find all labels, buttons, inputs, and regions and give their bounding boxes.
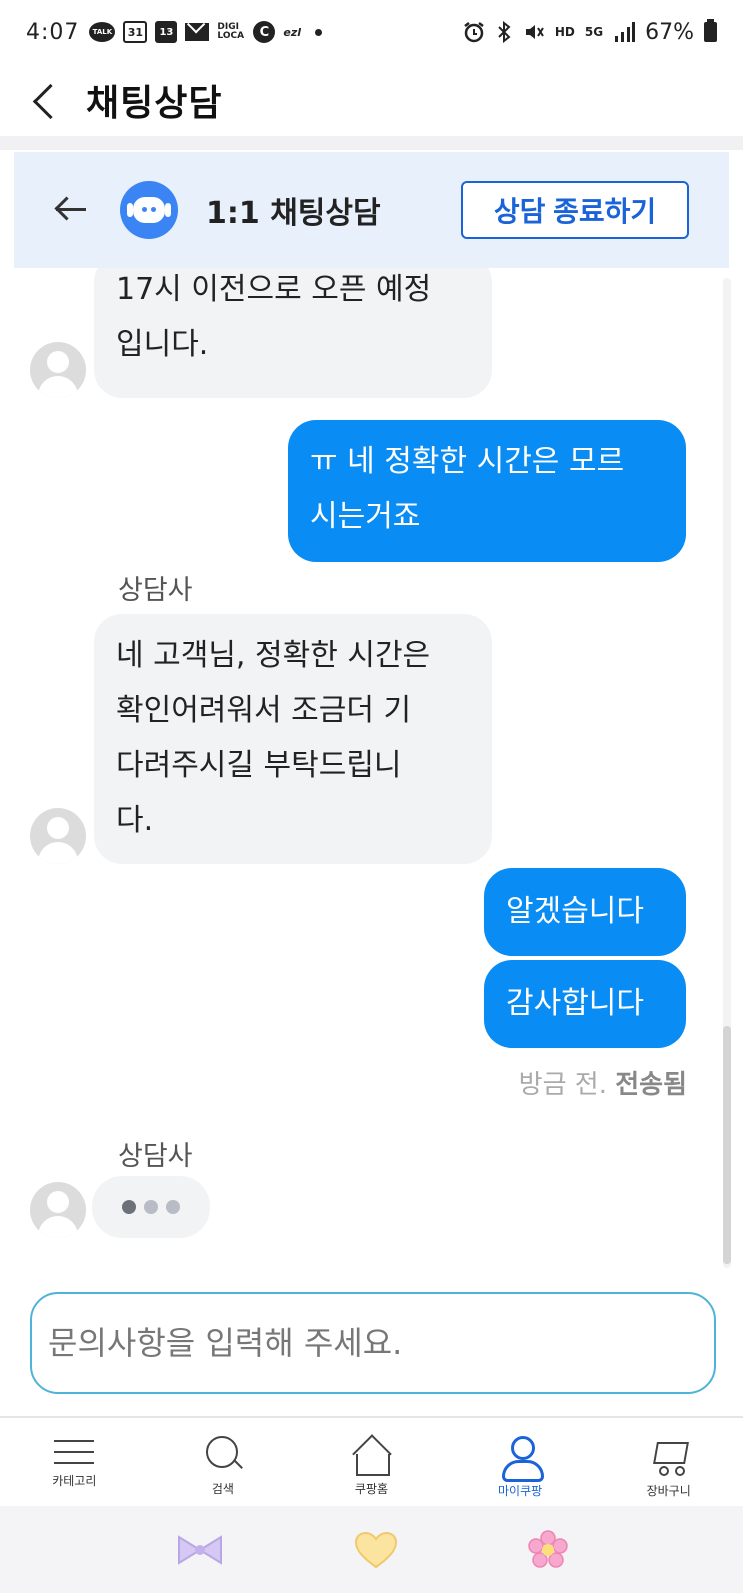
back-arrow-icon[interactable] (52, 190, 92, 230)
system-nav-bar (0, 1506, 743, 1593)
mail-icon (185, 23, 210, 41)
sender-name: 상담사 (118, 1141, 193, 1172)
battery-text: 67% (645, 19, 694, 45)
nav-label: 마이쿠팡 (497, 1484, 543, 1498)
battery-icon (704, 19, 717, 42)
status-sent-text: 전송됨 (615, 1070, 687, 1100)
home-icon (352, 1436, 391, 1476)
sender-name: 상담사 (118, 575, 193, 606)
message-input-box[interactable] (30, 1292, 716, 1394)
ezl-icon: ezl (283, 25, 302, 39)
nav-label: 장바구니 (646, 1484, 691, 1498)
c-icon: C (253, 21, 276, 43)
typing-dot (122, 1200, 136, 1214)
signal-icon (615, 22, 636, 42)
message-list[interactable]: 17시 이전으로 오픈 예정 입니다. ㅠ 네 정확한 시간은 모르 시는거죠 … (14, 268, 729, 1268)
nav-cart[interactable]: 장바구니 (594, 1418, 743, 1506)
agent-avatar (30, 342, 86, 398)
dot-icon (315, 28, 323, 36)
agent-message: 17시 이전으로 오픈 예정 입니다. (94, 268, 492, 398)
heart-icon[interactable] (354, 1531, 398, 1569)
bot-face (133, 197, 165, 223)
calendar-31-icon: 31 (123, 21, 148, 43)
status-time-text: 방금 전. (518, 1070, 607, 1100)
chat-header: 1:1 채팅상담 상담 종료하기 (14, 152, 729, 268)
nav-label: 쿠팡홈 (354, 1482, 389, 1496)
bot-avatar-icon (120, 181, 178, 239)
agent-avatar (30, 1182, 86, 1238)
mute-icon (525, 25, 544, 39)
status-time: 4:07 (26, 19, 80, 45)
message-input[interactable] (48, 1324, 714, 1362)
nav-label: 검색 (211, 1482, 234, 1496)
alarm-icon (464, 22, 484, 43)
talk-icon: TALK (89, 22, 116, 42)
nav-label: 카테고리 (52, 1474, 97, 1488)
app-header: 채팅상담 (0, 64, 743, 136)
nav-my-coupang[interactable]: 마이쿠팡 (446, 1418, 595, 1506)
status-right-icons: HD 5G 67% (463, 19, 717, 45)
typing-dot (144, 1200, 158, 1214)
typing-indicator (92, 1176, 210, 1238)
bottom-nav: 카테고리 검색 쿠팡홈 마이쿠팡 장바구니 (0, 1418, 743, 1506)
user-message: 알겠습니다 (484, 868, 686, 956)
typing-dot (166, 1200, 180, 1214)
bot-ear-right (165, 203, 171, 217)
message-status: 방금 전. 전송됨 (519, 1064, 687, 1101)
hd-voice-icon: HD (554, 25, 575, 39)
status-left-icons: TALK 31 13 DIGI LOCA C ezl (89, 21, 323, 43)
chat-title: 1:1 채팅상담 (206, 196, 381, 231)
nav-category[interactable]: 카테고리 (0, 1418, 149, 1506)
agent-message: 네 고객님, 정확한 시간은 확인어려워서 조금더 기 다려주시길 부탁드립니 … (94, 614, 492, 864)
status-bar: 4:07 TALK 31 13 DIGI LOCA C ezl HD 5G 67… (0, 0, 743, 64)
scrollbar-thumb[interactable] (723, 1026, 731, 1264)
page-title: 채팅상담 (86, 83, 223, 124)
calendar-13-icon: 13 (155, 21, 178, 43)
nav-home[interactable]: 쿠팡홈 (297, 1418, 446, 1506)
bow-icon[interactable] (175, 1533, 225, 1567)
search-icon (204, 1436, 242, 1474)
cart-icon (649, 1436, 689, 1476)
nav-search[interactable]: 검색 (149, 1418, 298, 1506)
user-icon (500, 1436, 545, 1482)
end-chat-button[interactable]: 상담 종료하기 (461, 181, 689, 239)
user-message: ㅠ 네 정확한 시간은 모르 시는거죠 (288, 420, 686, 562)
divider-band (0, 136, 743, 150)
back-chevron-icon[interactable] (18, 70, 78, 130)
user-message: 감사합니다 (484, 960, 686, 1048)
bluetooth-icon (498, 21, 511, 43)
5g-icon: 5G (584, 25, 604, 39)
digi-loca-icon: DIGI LOCA (217, 22, 245, 41)
agent-avatar (30, 808, 86, 864)
flower-icon[interactable] (528, 1529, 568, 1570)
menu-icon (54, 1436, 95, 1466)
